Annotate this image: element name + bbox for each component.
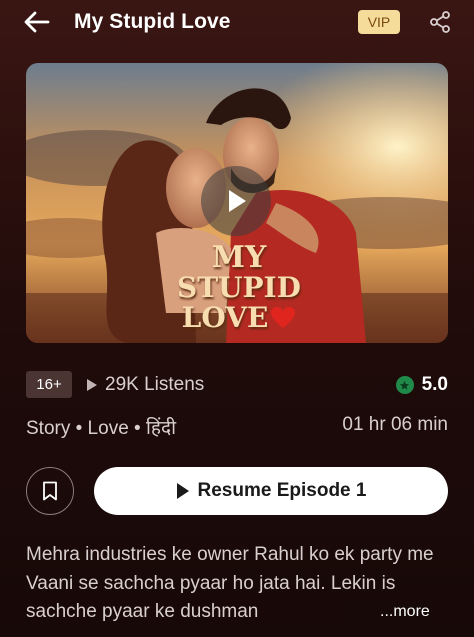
bookmark-icon xyxy=(43,481,57,501)
cover-title-line1: MY xyxy=(211,240,267,275)
description-fade xyxy=(300,600,380,630)
bookmark-button[interactable] xyxy=(26,467,74,515)
age-rating-badge: 16+ xyxy=(26,371,72,398)
vip-badge[interactable]: VIP xyxy=(358,10,400,34)
more-link[interactable]: ...more xyxy=(378,603,430,621)
cover-title: MY STUPID LOVE xyxy=(174,243,304,333)
cover-title-line3: LOVE xyxy=(181,301,269,334)
arrow-left-icon xyxy=(24,11,50,33)
screen: My Stupid Love VIP MY STUPID LOVE 16+ 29… xyxy=(0,0,474,637)
resume-label: Resume Episode 1 xyxy=(197,480,367,501)
rating-value: 5.0 xyxy=(421,374,448,395)
star-icon xyxy=(395,376,414,394)
cover-title-line2: STUPID xyxy=(177,271,301,304)
share-button[interactable] xyxy=(428,10,452,34)
listens-count: 29K Listens xyxy=(86,373,204,397)
back-button[interactable] xyxy=(22,9,52,35)
genre-tags: Story • Love • हिंदी xyxy=(26,418,176,439)
listens-label: 29K Listens xyxy=(105,374,205,395)
duration: 01 hr 06 min xyxy=(342,414,448,435)
play-button[interactable] xyxy=(201,166,271,236)
play-icon xyxy=(176,483,189,499)
resume-episode-button[interactable]: Resume Episode 1 xyxy=(94,467,448,515)
heart-icon xyxy=(271,307,296,328)
info-row: Story • Love • हिंदी 01 hr 06 min xyxy=(26,412,448,440)
share-icon xyxy=(430,11,450,33)
rating: 5.0 xyxy=(395,373,448,397)
page-title: My Stupid Love xyxy=(74,10,231,33)
play-icon xyxy=(229,190,246,212)
header: My Stupid Love VIP xyxy=(0,0,474,46)
meta-row: 16+ 29K Listens 5.0 xyxy=(26,370,448,400)
cover-art[interactable]: MY STUPID LOVE xyxy=(26,63,448,343)
play-small-icon xyxy=(87,379,97,391)
